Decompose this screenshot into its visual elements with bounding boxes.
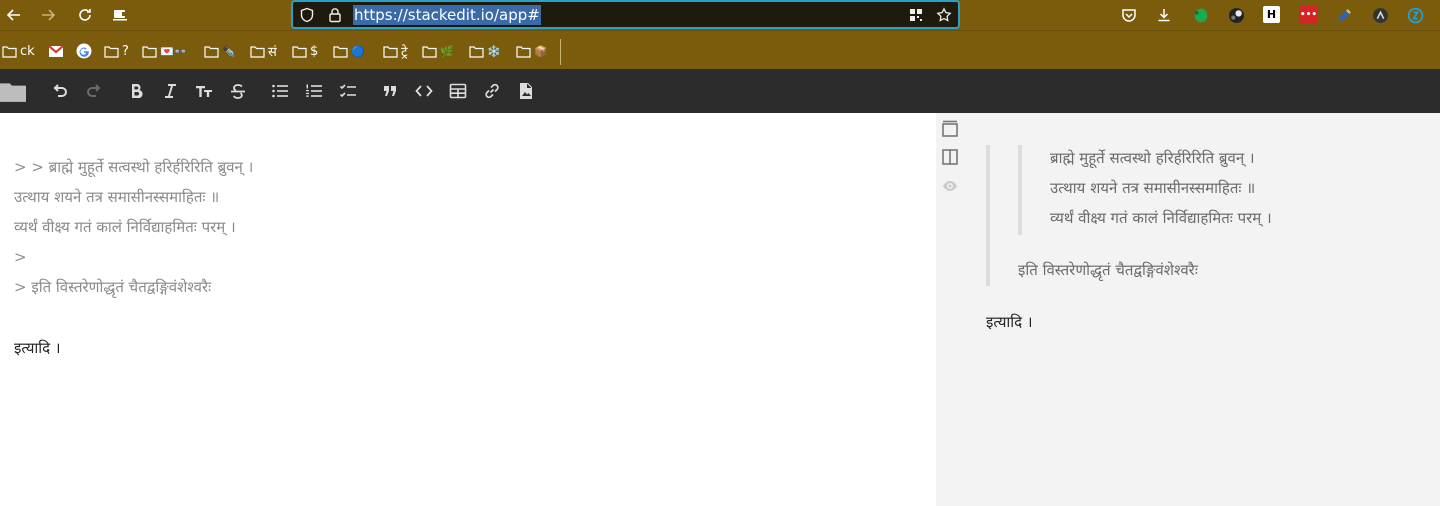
bookmark-folder[interactable]: ट्रे (383, 42, 408, 60)
markdown-editor[interactable]: > > ब्राह्मे मुहूर्ते सत्वस्थो हरिर्हरिर… (0, 113, 936, 506)
hn-icon[interactable]: H (1263, 6, 1280, 23)
toggle-navbar-icon[interactable] (939, 118, 961, 140)
preview-quote-line: ब्राह्मे मुहूर्ते सत्वस्थो हरिर्हरिरिति … (1050, 149, 1255, 167)
preview-quote-line: उत्थाय शयने तत्र समासीनस्समाहितः ॥ (1050, 179, 1256, 197)
folder-icon (104, 45, 119, 58)
bookmark-label: ट्रे (401, 45, 408, 60)
preview-paragraph: इत्यादि । (986, 313, 1033, 331)
evernote-icon[interactable] (1191, 6, 1209, 24)
download-icon[interactable] (1155, 6, 1173, 24)
pen-icon[interactable] (1335, 6, 1353, 24)
bookmark-label: 🔵 (351, 44, 365, 58)
sync-icon[interactable] (1406, 6, 1424, 24)
folder-icon (422, 45, 437, 58)
preview-quote-line: इति विस्तरेणोद्धृतं चैतद्वङ्गिवंशेश्वरैः (1018, 261, 1198, 279)
bookmark-folder[interactable]: ✒️ (204, 42, 236, 60)
lastpass-icon[interactable]: ••• (1299, 6, 1318, 23)
folder-icon (383, 45, 398, 58)
undo-icon[interactable] (49, 80, 71, 102)
quote-icon[interactable] (379, 80, 401, 102)
editor-line[interactable]: > इति विस्तरेणोद्धृतं चैतद्वङ्गिवंशेश्वर… (14, 275, 211, 299)
editor-toolbar (0, 69, 1440, 113)
side-tools (936, 113, 966, 213)
checklist-icon[interactable] (337, 80, 359, 102)
gmail-icon (48, 44, 64, 57)
lock-icon[interactable] (327, 7, 343, 23)
preview-pane: ब्राह्मे मुहूर्ते सत्वस्थो हरिर्हरिरिति … (936, 113, 1440, 506)
avatar-icon[interactable] (1227, 6, 1245, 24)
preview-quote-line: व्यर्थं वीक्ष्य गतं कालं निर्विद्याहमितः… (1050, 209, 1272, 227)
folder-icon (292, 45, 307, 58)
preview-eye-icon[interactable] (939, 175, 961, 197)
folder-icon (2, 45, 17, 58)
ext-icon[interactable] (1371, 6, 1389, 24)
bookmarks-bar: ck ? 💌👓 ✒️ सं $ 🔵 ट्रे 🌿 ❄️ 📦 (0, 30, 1440, 69)
url-text[interactable]: https://stackedit.io/app# (353, 5, 541, 25)
folder-icon (516, 45, 531, 58)
bookmark-folder[interactable]: $ (292, 42, 318, 60)
strikethrough-icon[interactable] (227, 80, 249, 102)
heading-icon[interactable] (193, 80, 215, 102)
editor-line[interactable]: व्यर्थं वीक्ष्य गतं कालं निर्विद्याहमितः… (14, 215, 236, 239)
bookmark-label: 💌👓 (160, 44, 188, 58)
nested-blockquote-bar (1018, 145, 1022, 235)
folder-icon (204, 45, 219, 58)
bookmark-folder[interactable]: 🌿 (422, 42, 454, 60)
shield-icon[interactable] (299, 7, 315, 23)
blockquote-bar (986, 145, 990, 286)
bookmark-gmail[interactable] (48, 42, 64, 60)
screen-icon[interactable] (109, 4, 131, 26)
url-bar[interactable]: https://stackedit.io/app# (291, 0, 960, 29)
table-icon[interactable] (447, 80, 469, 102)
editor-line[interactable]: > (14, 245, 27, 269)
reload-icon[interactable] (74, 4, 96, 26)
bookmark-folder[interactable]: 🔵 (333, 42, 365, 60)
bookmark-folder[interactable]: 📦 (516, 42, 548, 60)
bulleted-list-icon[interactable] (269, 80, 291, 102)
bookmark-label: 📦 (534, 44, 548, 58)
editor-line[interactable]: उत्थाय शयने तत्र समासीनस्समाहितः ॥ (14, 185, 219, 209)
bookmark-label: ck (20, 43, 35, 59)
bookmark-label: सं (268, 45, 277, 60)
back-icon[interactable] (3, 4, 25, 26)
editor-line[interactable]: > > ब्राह्मे मुहूर्ते सत्वस्थो हरिर्हरिर… (14, 155, 253, 179)
bookmark-folder[interactable]: ❄️ (469, 42, 501, 60)
google-icon (76, 43, 92, 59)
italic-icon[interactable] (159, 80, 181, 102)
numbered-list-icon[interactable] (303, 80, 325, 102)
bookmark-label: ? (122, 43, 129, 59)
folder-icon (333, 45, 348, 58)
hn-label: H (1266, 8, 1277, 21)
bookmark-google[interactable] (76, 42, 92, 60)
bookmark-label: ❄️ (487, 44, 501, 58)
pocket-icon[interactable] (1120, 6, 1138, 24)
bookmark-folder[interactable]: ck (2, 42, 35, 60)
folder-icon (142, 45, 157, 58)
folder-icon (250, 45, 265, 58)
bookmark-label: ✒️ (222, 44, 236, 58)
folder-icon[interactable] (0, 80, 26, 102)
browser-toolbar: https://stackedit.io/app# H ••• (0, 0, 1440, 30)
bookmark-label: $ (310, 43, 319, 59)
bookmark-folder[interactable]: ? (104, 42, 129, 60)
code-icon[interactable] (413, 80, 435, 102)
bold-icon[interactable] (125, 80, 147, 102)
bookmark-folder[interactable]: सं (250, 42, 277, 60)
redo-icon[interactable] (83, 80, 105, 102)
editor-line[interactable]: इत्यादि । (14, 336, 61, 360)
link-icon[interactable] (481, 80, 503, 102)
bookmarks-separator (560, 39, 561, 65)
lastpass-label: ••• (1299, 9, 1318, 20)
bookmark-label: 🌿 (440, 44, 454, 58)
side-by-side-icon[interactable] (939, 146, 961, 168)
image-icon[interactable] (515, 80, 537, 102)
star-icon[interactable] (936, 7, 952, 23)
qr-icon[interactable] (908, 7, 924, 23)
forward-icon[interactable] (37, 4, 59, 26)
folder-icon (469, 45, 484, 58)
bookmark-folder[interactable]: 💌👓 (142, 42, 187, 60)
